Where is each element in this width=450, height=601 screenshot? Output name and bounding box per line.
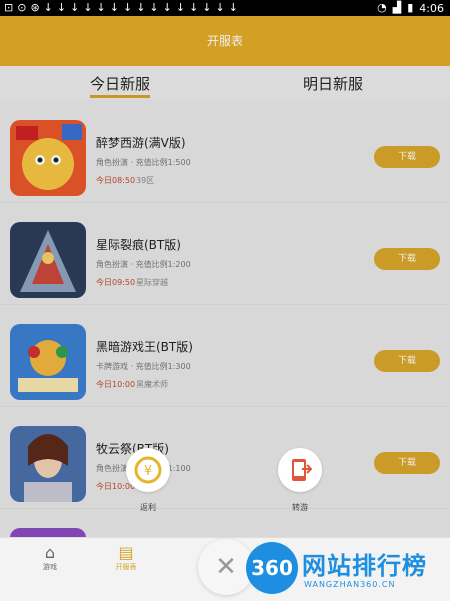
download-icon: ↓	[189, 1, 199, 14]
battery-icon: ▮	[407, 1, 414, 14]
status-bar: ⊡ ⊙ ⊛ ↓ ↓ ↓ ↓ ↓ ↓ ↓ ↓ ↓ ↓ ↓ ↓ ↓ ↓ ↓ ◔ ▟ …	[0, 0, 450, 16]
watermark: 360 网站排行榜 WANGZHAN360.CN	[246, 540, 446, 598]
calendar-icon: ▤	[118, 543, 134, 562]
status-time: 4:06	[419, 1, 444, 15]
yen-coin-icon: ¥	[134, 456, 162, 484]
download-icon: ↓	[122, 1, 133, 14]
phone-transfer-icon	[292, 459, 313, 481]
download-icon: ↓	[228, 1, 238, 14]
nav-item-server-list[interactable]: ▤ 开服表	[106, 544, 146, 572]
nav-label: 游戏	[43, 563, 57, 571]
download-icon: ↓	[96, 1, 106, 14]
transfer-action[interactable]: 转游	[278, 448, 322, 513]
download-icon: ↓	[109, 1, 119, 14]
close-icon: ✕	[215, 552, 237, 582]
watermark-logo: 360	[246, 542, 298, 594]
download-icon: ↓	[175, 1, 186, 14]
home-icon: ⌂	[44, 543, 56, 562]
rebate-label: 返利	[140, 503, 156, 512]
download-icon: ↓	[70, 1, 80, 14]
download-icon: ↓	[83, 1, 93, 14]
download-icon: ↓	[202, 1, 212, 14]
transfer-button[interactable]	[278, 448, 322, 492]
svg-text:¥: ¥	[144, 464, 152, 479]
watermark-text: 网站排行榜	[302, 552, 427, 580]
download-icon: ↓	[149, 1, 159, 14]
nav-item-games[interactable]: ⌂ 游戏	[30, 544, 70, 572]
rebate-button[interactable]: ¥	[126, 448, 170, 492]
download-icon: ↓	[56, 1, 67, 14]
transfer-label: 转游	[292, 503, 308, 512]
watermark-subtext: WANGZHAN360.CN	[304, 580, 396, 589]
notification-icon: ⊛	[30, 1, 40, 14]
download-icon: ↓	[43, 1, 53, 14]
wifi-icon: ◔	[377, 1, 387, 14]
download-icon: ↓	[136, 1, 146, 14]
download-icon: ↓	[162, 1, 172, 14]
signal-icon: ▟	[392, 1, 402, 14]
dim-overlay[interactable]	[0, 16, 450, 600]
notification-icon: ⊙	[17, 1, 27, 14]
rebate-action[interactable]: ¥ 返利	[126, 448, 170, 513]
nav-label: 开服表	[115, 563, 137, 571]
download-icon: ↓	[215, 1, 225, 14]
notification-icon: ⊡	[4, 1, 14, 14]
